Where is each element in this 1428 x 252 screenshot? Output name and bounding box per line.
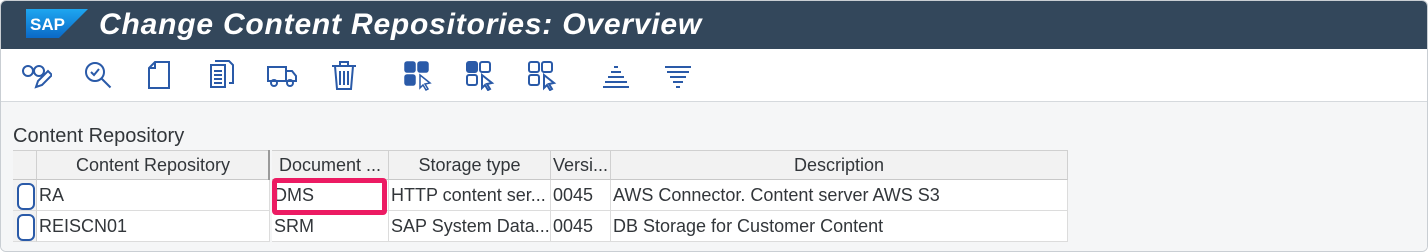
copy-document-icon bbox=[210, 60, 234, 88]
row-selector[interactable] bbox=[13, 211, 37, 242]
deselect-all-icon bbox=[528, 61, 557, 91]
display-change-button[interactable] bbox=[19, 59, 53, 91]
highlight-box bbox=[272, 178, 387, 215]
column-header-storage-type[interactable]: Storage type bbox=[389, 150, 551, 180]
column-resize-handle[interactable] bbox=[268, 150, 270, 180]
glasses-pencil-icon bbox=[22, 65, 52, 89]
delete-trash-icon bbox=[332, 61, 356, 90]
new-document-icon bbox=[148, 61, 170, 89]
inspect-button[interactable] bbox=[81, 59, 115, 91]
transport-button[interactable] bbox=[265, 59, 299, 91]
table-cell-description[interactable]: AWS Connector. Content server AWS S3 bbox=[611, 180, 1068, 211]
window: SAP Change Content Repositories: Overvie… bbox=[0, 0, 1428, 252]
table-cell-storage-type[interactable]: HTTP content ser... bbox=[389, 180, 551, 211]
collapse-icon bbox=[603, 66, 629, 88]
application-toolbar bbox=[1, 49, 1427, 102]
collapse-button[interactable] bbox=[599, 59, 633, 91]
row-selector-checkbox[interactable] bbox=[17, 214, 35, 241]
select-all-icon bbox=[404, 61, 432, 91]
column-header-content-repository[interactable]: Content Repository bbox=[37, 150, 270, 180]
delete-button[interactable] bbox=[327, 59, 361, 91]
table-cell-version[interactable]: 0045 bbox=[551, 180, 611, 211]
row-selector-checkbox[interactable] bbox=[17, 183, 35, 210]
column-header-version[interactable]: Versi... bbox=[551, 150, 611, 180]
row-selector[interactable] bbox=[13, 180, 37, 211]
copy-as-button[interactable] bbox=[204, 59, 238, 91]
select-all-button[interactable] bbox=[401, 59, 435, 91]
column-header-description[interactable]: Description bbox=[611, 150, 1068, 180]
table-cell-description[interactable]: DB Storage for Customer Content bbox=[611, 211, 1068, 242]
content-area: Content Repository Content Repository Do… bbox=[1, 102, 1427, 251]
table-cell-version[interactable]: 0045 bbox=[551, 211, 611, 242]
deselect-all-button[interactable] bbox=[525, 59, 559, 91]
table-cell-document-area[interactable]: SRM bbox=[272, 211, 389, 242]
select-block-button[interactable] bbox=[463, 59, 497, 91]
section-title: Content Repository bbox=[13, 125, 185, 147]
expand-icon bbox=[665, 66, 691, 88]
table-cell-repository[interactable]: RA bbox=[37, 180, 270, 211]
transport-truck-icon bbox=[267, 66, 297, 87]
title-bar: SAP Change Content Repositories: Overvie… bbox=[1, 1, 1427, 49]
row-selector-header[interactable] bbox=[13, 150, 37, 180]
page-title: Change Content Repositories: Overview bbox=[99, 8, 703, 41]
select-block-icon bbox=[466, 61, 495, 91]
table-cell-repository[interactable]: REISCN01 bbox=[37, 211, 270, 242]
expand-button[interactable] bbox=[661, 59, 695, 91]
table-cell-storage-type[interactable]: SAP System Data... bbox=[389, 211, 551, 242]
sap-logo: SAP bbox=[26, 9, 88, 38]
sap-logo-text: SAP bbox=[30, 15, 65, 34]
new-entries-button[interactable] bbox=[142, 59, 176, 91]
inspect-icon bbox=[85, 62, 112, 89]
column-header-document-area[interactable]: Document ... bbox=[272, 150, 389, 180]
